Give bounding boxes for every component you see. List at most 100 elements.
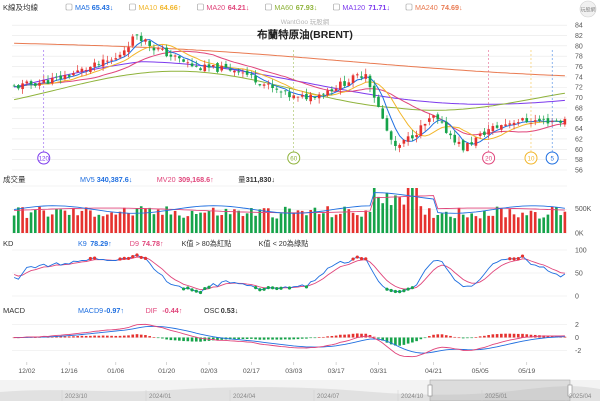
- candle-body[interactable]: [254, 75, 257, 83]
- candle-body[interactable]: [267, 83, 270, 85]
- candle-body[interactable]: [148, 41, 152, 46]
- candle-body[interactable]: [228, 69, 232, 71]
- osc-bar[interactable]: [63, 336, 67, 338]
- volume-bar[interactable]: [156, 209, 160, 233]
- volume-bar[interactable]: [93, 216, 96, 233]
- volume-bar[interactable]: [42, 210, 46, 233]
- legend-checkbox[interactable]: [65, 3, 73, 11]
- osc-bar[interactable]: [169, 337, 173, 341]
- osc-bar[interactable]: [444, 335, 448, 338]
- osc-bar[interactable]: [258, 337, 262, 340]
- volume-bar[interactable]: [228, 214, 232, 233]
- osc-bar[interactable]: [127, 335, 130, 338]
- volume-bar[interactable]: [59, 209, 63, 233]
- osc-bar[interactable]: [461, 337, 465, 339]
- osc-bar[interactable]: [72, 336, 75, 338]
- candle-body[interactable]: [427, 118, 431, 122]
- candle-body[interactable]: [339, 81, 342, 90]
- volume-bar[interactable]: [487, 215, 490, 233]
- candle-body[interactable]: [542, 118, 546, 120]
- candle-body[interactable]: [538, 118, 541, 121]
- volume-bar[interactable]: [368, 211, 372, 233]
- volume-bar[interactable]: [97, 214, 101, 233]
- volume-bar[interactable]: [12, 215, 16, 233]
- volume-bar[interactable]: [512, 214, 516, 233]
- candle-body[interactable]: [224, 63, 228, 68]
- volume-bar[interactable]: [322, 213, 325, 233]
- osc-bar[interactable]: [165, 337, 168, 340]
- candle-body[interactable]: [190, 63, 194, 67]
- volume-bar[interactable]: [440, 213, 444, 233]
- osc-bar[interactable]: [457, 337, 461, 339]
- volume-bar[interactable]: [529, 210, 533, 233]
- volume-bar[interactable]: [555, 207, 558, 233]
- candle-body[interactable]: [360, 76, 363, 78]
- candle-body[interactable]: [72, 73, 75, 76]
- osc-bar[interactable]: [275, 337, 279, 340]
- volume-bar[interactable]: [127, 213, 130, 233]
- volume-bar[interactable]: [398, 197, 401, 233]
- volume-bar[interactable]: [122, 207, 126, 233]
- candle-body[interactable]: [491, 126, 495, 132]
- candle-body[interactable]: [89, 66, 92, 72]
- candle-body[interactable]: [118, 54, 122, 58]
- candle-body[interactable]: [135, 34, 139, 36]
- volume-bar[interactable]: [415, 188, 418, 233]
- volume-bar[interactable]: [182, 217, 185, 233]
- candle-body[interactable]: [415, 134, 418, 138]
- volume-bar[interactable]: [76, 215, 79, 233]
- candle-body[interactable]: [394, 140, 397, 147]
- candle-body[interactable]: [17, 85, 20, 89]
- candle-body[interactable]: [131, 36, 135, 46]
- candle-body[interactable]: [440, 121, 444, 123]
- osc-bar[interactable]: [135, 334, 139, 338]
- volume-bar[interactable]: [491, 215, 495, 233]
- volume-bar[interactable]: [17, 207, 20, 233]
- osc-bar[interactable]: [118, 335, 122, 338]
- osc-bar[interactable]: [504, 333, 507, 338]
- osc-bar[interactable]: [122, 335, 126, 338]
- volume-bar[interactable]: [262, 208, 266, 233]
- volume-bar[interactable]: [161, 214, 164, 233]
- volume-bar[interactable]: [279, 213, 283, 233]
- volume-bar[interactable]: [207, 210, 211, 233]
- candle-body[interactable]: [182, 59, 185, 62]
- osc-bar[interactable]: [194, 337, 198, 342]
- candle-body[interactable]: [50, 77, 54, 84]
- osc-bar[interactable]: [440, 334, 444, 338]
- osc-bar[interactable]: [106, 335, 109, 338]
- volume-bar[interactable]: [559, 215, 562, 233]
- candle-body[interactable]: [504, 124, 507, 126]
- osc-bar[interactable]: [148, 336, 152, 338]
- volume-bar[interactable]: [224, 208, 228, 233]
- volume-bar[interactable]: [258, 209, 262, 233]
- candle-body[interactable]: [334, 88, 338, 91]
- osc-bar[interactable]: [516, 333, 520, 338]
- chart-canvas[interactable]: 56 58 60 62 64 66 68 70 72 74 76 78 80 82 84 WantGoo 玩股…: [0, 0, 600, 402]
- candle-body[interactable]: [546, 118, 550, 124]
- volume-bar[interactable]: [300, 210, 304, 233]
- osc-bar[interactable]: [250, 337, 253, 339]
- candle-body[interactable]: [457, 141, 461, 144]
- candle-body[interactable]: [21, 83, 24, 90]
- candle-body[interactable]: [381, 108, 385, 119]
- candle-body[interactable]: [194, 65, 198, 67]
- candle-body[interactable]: [432, 115, 435, 118]
- candle-body[interactable]: [478, 133, 482, 136]
- volume-bar[interactable]: [245, 213, 249, 233]
- osc-bar[interactable]: [521, 333, 524, 338]
- osc-bar[interactable]: [288, 337, 291, 340]
- volume-bar[interactable]: [360, 216, 363, 233]
- volume-bar[interactable]: [453, 218, 457, 233]
- candle-body[interactable]: [237, 71, 240, 73]
- volume-bar[interactable]: [500, 208, 503, 233]
- candle-body[interactable]: [152, 47, 156, 51]
- volume-bar[interactable]: [377, 196, 380, 233]
- candle-body[interactable]: [563, 119, 567, 125]
- volume-bar[interactable]: [385, 192, 389, 233]
- candle-body[interactable]: [101, 59, 105, 67]
- volume-bar[interactable]: [46, 216, 50, 233]
- candle-body[interactable]: [139, 35, 143, 41]
- candle-body[interactable]: [555, 120, 558, 122]
- volume-bar[interactable]: [118, 211, 122, 233]
